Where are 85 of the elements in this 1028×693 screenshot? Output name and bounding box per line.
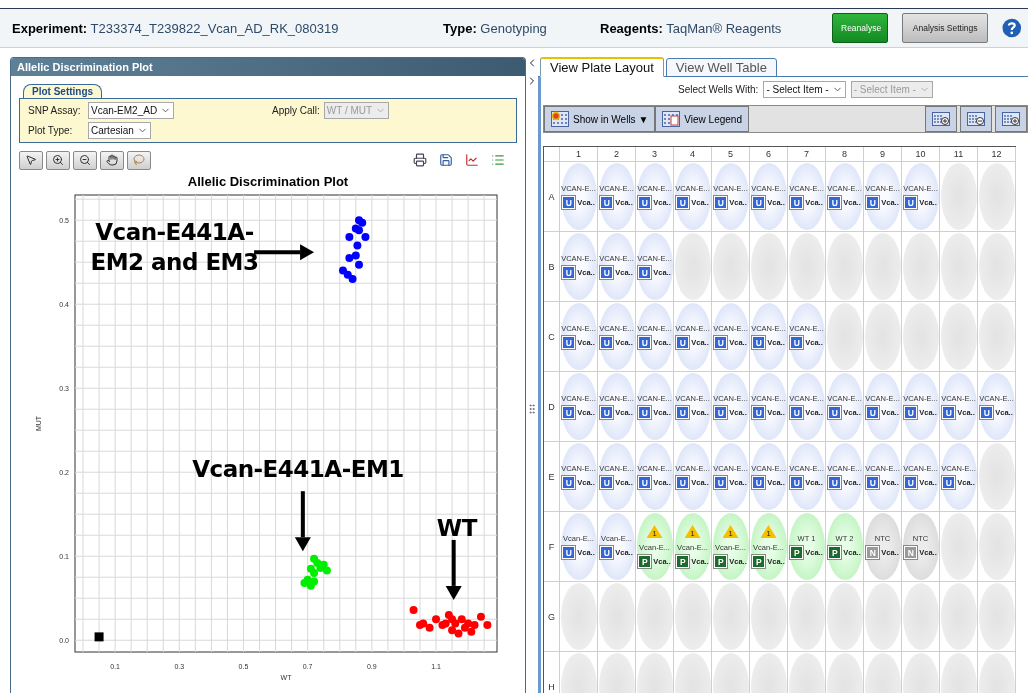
annotation-label: Vcan-E441A- EM2 and EM3 (90, 219, 259, 276)
column-header: 3 (652, 149, 657, 159)
header-field: Reagents: TaqMan® Reagents (600, 20, 782, 36)
task-badge: U (714, 406, 728, 419)
task-badge: U (866, 476, 880, 489)
header-field: Type: Genotyping (443, 20, 547, 36)
column-header: 8 (842, 149, 847, 159)
row-header: E (548, 471, 555, 482)
task-badge: U (752, 406, 766, 419)
task-badge: P (752, 555, 766, 568)
task-badge: U (790, 476, 804, 489)
task-badge: U (866, 196, 880, 209)
row-header: D (548, 401, 555, 412)
task-badge: U (638, 336, 652, 349)
task-badge: U (676, 336, 690, 349)
row-header: B (548, 261, 555, 272)
task-badge: U (562, 196, 576, 209)
row-header: A (548, 191, 555, 202)
task-badge: P (828, 546, 842, 559)
task-badge: P (790, 546, 804, 559)
task-badge: U (980, 406, 994, 419)
task-badge: U (600, 266, 614, 279)
task-badge: U (752, 196, 766, 209)
setting-label: Plot Type: (28, 125, 74, 136)
task-badge: U (562, 406, 576, 419)
task-badge: U (676, 196, 690, 209)
task-badge: U (942, 406, 956, 419)
task-badge: U (904, 406, 918, 419)
task-badge: U (600, 196, 614, 209)
column-header: 12 (991, 149, 1002, 159)
task-badge: U (714, 476, 728, 489)
task-badge: U (638, 406, 652, 419)
task-badge: U (600, 406, 614, 419)
task-badge: U (790, 406, 804, 419)
task-badge: U (790, 196, 804, 209)
panel-title: Allelic Discrimination Plot (11, 58, 525, 76)
column-header: 1 (576, 149, 581, 159)
task-badge: U (676, 406, 690, 419)
column-header: 2 (614, 149, 619, 159)
task-badge: U (600, 546, 614, 559)
column-header: 5 (728, 149, 733, 159)
task-badge: U (752, 476, 766, 489)
task-badge: U (676, 476, 690, 489)
task-badge: U (638, 266, 652, 279)
task-badge: U (562, 336, 576, 349)
task-badge: U (904, 196, 918, 209)
column-header: 6 (766, 149, 771, 159)
task-badge: U (752, 336, 766, 349)
task-badge: U (638, 476, 652, 489)
column-header: 11 (953, 149, 964, 159)
task-badge: U (714, 196, 728, 209)
chart-title: Allelic Discrimination Plot (186, 174, 350, 190)
row-header: H (548, 681, 555, 692)
task-badge: U (942, 476, 956, 489)
setting-label: SNP Assay: (28, 105, 82, 116)
task-badge: P (638, 555, 652, 568)
task-badge: U (714, 336, 728, 349)
task-badge: U (828, 196, 842, 209)
task-badge: U (790, 336, 804, 349)
task-badge: U (562, 476, 576, 489)
filter-label: Select Wells With: (678, 83, 759, 95)
task-badge: U (828, 476, 842, 489)
column-header: 10 (915, 149, 926, 159)
annotation-label: WT (436, 514, 477, 541)
task-badge: N (904, 546, 918, 559)
column-header: 4 (690, 149, 695, 159)
task-badge: P (676, 555, 690, 568)
column-header: 7 (804, 149, 809, 159)
column-header: 9 (880, 149, 885, 159)
task-badge: U (562, 266, 576, 279)
header-field: Experiment: T233374_T239822_Vcan_AD_RK_080319 (12, 20, 339, 36)
annotation-label: Vcan-E441A-EM1 (192, 456, 404, 483)
task-badge: U (828, 406, 842, 419)
task-badge: U (904, 476, 918, 489)
task-badge: N (866, 546, 880, 559)
task-badge: U (600, 476, 614, 489)
task-badge: P (714, 555, 728, 568)
task-badge: U (600, 336, 614, 349)
task-badge: U (866, 406, 880, 419)
setting-label: Apply Call: (272, 105, 320, 116)
row-header: C (548, 331, 555, 342)
row-header: F (548, 541, 555, 552)
row-header: G (548, 611, 555, 622)
task-badge: U (562, 546, 576, 559)
task-badge: U (638, 196, 652, 209)
